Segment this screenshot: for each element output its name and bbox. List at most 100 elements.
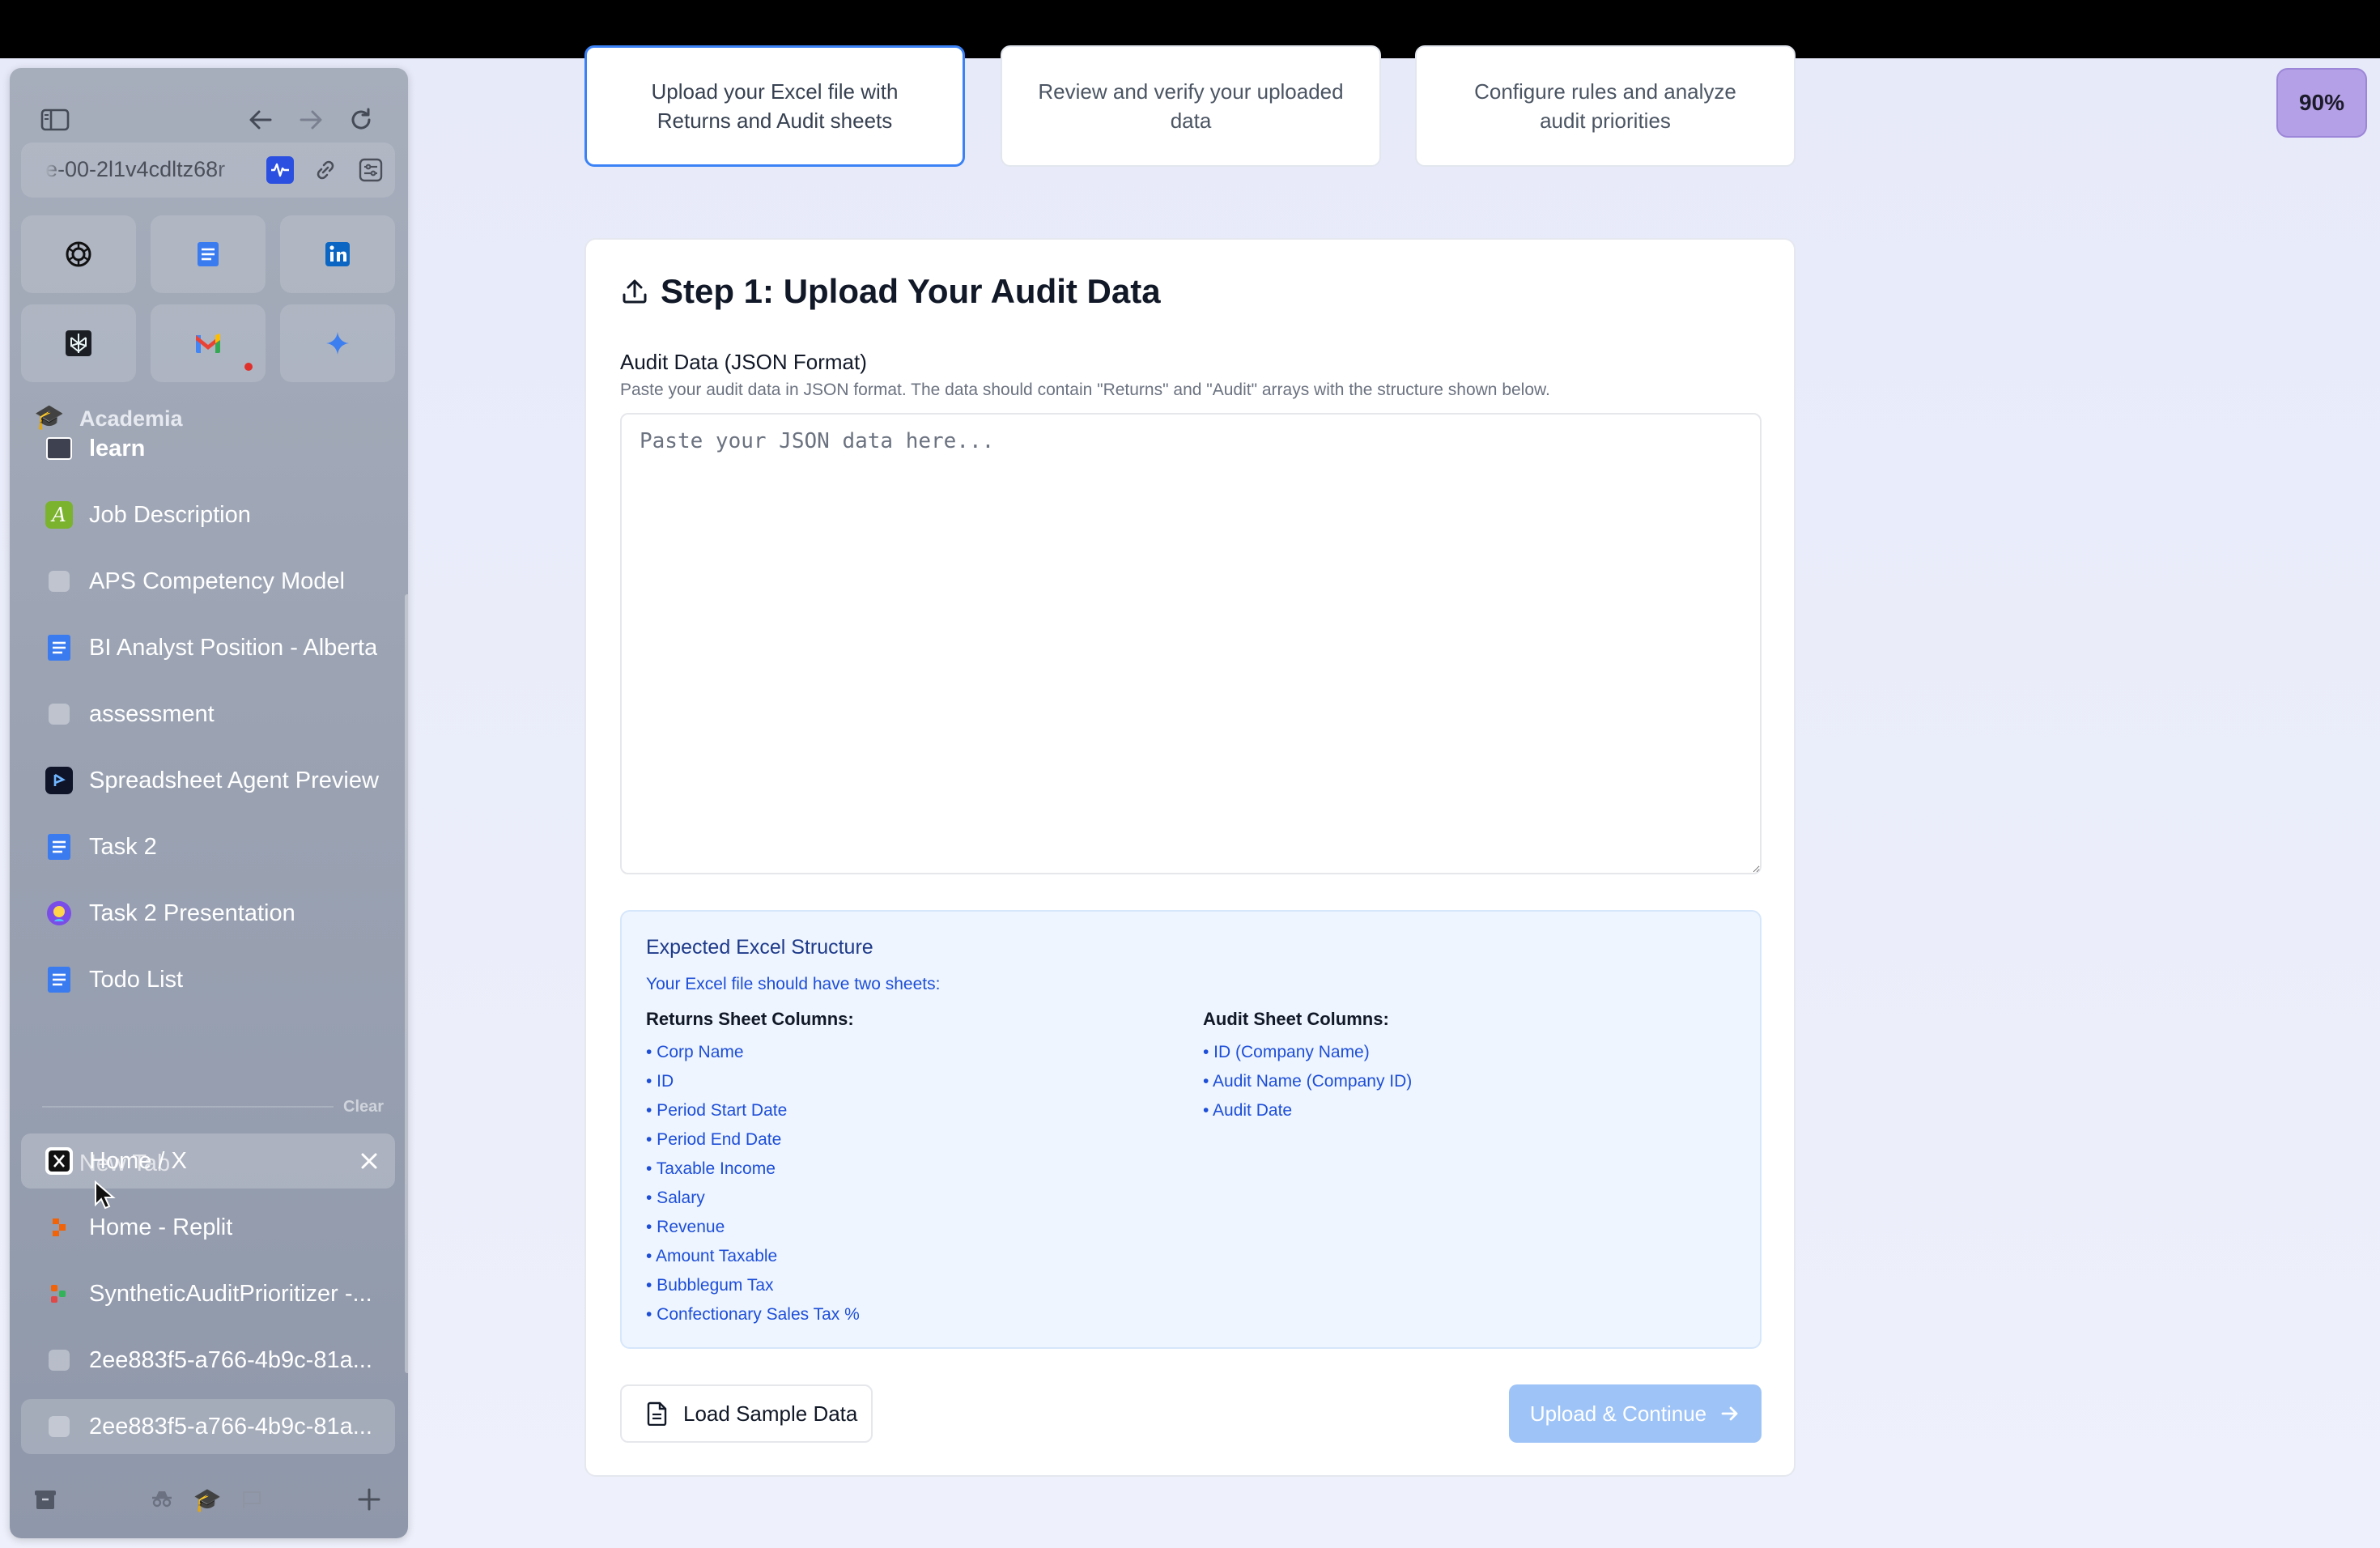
google-docs-icon [45,634,73,661]
open-tab-home-replit[interactable]: Home - Replit [21,1200,395,1255]
favorite-chatgpt[interactable] [21,215,136,293]
step-card-text: Configure rules and analyze audit priori… [1474,79,1736,133]
favorite-gemini[interactable] [280,304,395,382]
tab-label: APS Competency Model [89,568,345,594]
blank-page-icon [49,704,70,725]
step-card-analyze[interactable]: Configure rules and analyze audit priori… [1415,45,1796,167]
pinned-tab-aps-competency-model[interactable]: APS Competency Model [21,554,395,609]
expected-structure-panel: Expected Excel Structure Your Excel file… [620,910,1762,1349]
tab-label: Home / X [89,1147,187,1174]
favorite-linkedin[interactable] [280,215,395,293]
add-space-icon[interactable] [353,1483,385,1516]
list-item: • ID (Company Name) [1203,1043,1370,1061]
incognito-icon[interactable] [146,1483,178,1516]
pinned-tab-bi-analyst[interactable]: BI Analyst Position - Alberta [21,620,395,675]
open-tab-uuid-1[interactable]: 2ee883f5-a766-4b9c-81a... [21,1333,395,1388]
reload-icon[interactable] [345,104,377,136]
audit-columns-heading: Audit Sheet Columns: [1203,1009,1389,1029]
flag-space-icon[interactable] [236,1483,269,1516]
step-card-text: Upload your Excel file with Returns and … [651,79,899,133]
audio-wave-icon[interactable] [266,155,295,185]
google-docs-icon [45,966,73,993]
forward-arrow-icon[interactable] [295,104,327,136]
favorite-perplexity[interactable] [21,304,136,382]
upload-continue-label: Upload & Continue [1529,1401,1707,1426]
expected-structure-title: Expected Excel Structure [646,936,873,959]
tab-label: Task 2 Presentation [89,899,295,926]
list-item: • Salary [646,1189,705,1207]
replit-icon [45,1214,73,1241]
document-icon [647,1401,667,1426]
pinned-tab-task-2[interactable]: Task 2 [21,819,395,874]
json-data-textarea[interactable] [620,413,1762,874]
replit-multicolor-icon [45,1280,73,1308]
back-arrow-icon[interactable] [244,104,277,136]
list-item: • ID [646,1072,674,1091]
google-docs-icon [198,242,219,266]
returns-columns-list: • Corp Name • ID • Period Start Date • P… [646,1038,860,1329]
favorite-gmail[interactable] [151,304,266,382]
tab-label: SyntheticAuditPrioritizer -... [89,1280,372,1307]
open-tab-home-x[interactable]: Home / X [21,1133,395,1189]
sidebar-scrollbar[interactable] [405,594,408,1373]
pinned-tab-todo-list[interactable]: Todo List [21,952,395,1007]
list-item: • Bubblegum Tax [646,1276,774,1295]
clear-tabs-button[interactable]: Clear [343,1098,384,1116]
list-item: • Corp Name [646,1043,744,1061]
x-logo-icon [45,1147,73,1175]
tab-label: Task 2 [89,833,157,860]
tab-label: 2ee883f5-a766-4b9c-81a... [89,1413,372,1440]
tab-label: 2ee883f5-a766-4b9c-81a... [89,1346,372,1373]
returns-columns-heading: Returns Sheet Columns: [646,1009,854,1029]
pinned-tab-learn[interactable]: learn [21,421,395,476]
window-icon [45,435,73,462]
link-icon[interactable] [311,155,340,185]
list-item: • Period Start Date [646,1101,788,1120]
blank-page-icon [49,571,70,592]
pinned-tab-spreadsheet-agent[interactable]: Spreadsheet Agent Preview [21,753,395,808]
browser-sidebar: e-00-2l1v4cdltz68r 🎓 Academia learn A Jo… [10,68,408,1538]
pinned-tab-task-2-presentation[interactable]: Task 2 Presentation [21,886,395,941]
upload-continue-button[interactable]: Upload & Continue [1509,1384,1762,1443]
notification-dot [244,363,253,371]
step-card-review[interactable]: Review and verify your uploaded data [1001,45,1381,167]
upload-icon [623,279,647,304]
arrow-right-icon [1721,1406,1738,1421]
list-item: • Period End Date [646,1130,782,1149]
pinned-tab-assessment[interactable]: assessment [21,687,395,742]
zoom-level-badge[interactable]: 90% [2276,68,2367,138]
step-card-text: Review and verify your uploaded data [1038,79,1344,133]
presentation-icon [45,899,73,927]
json-field-help: Paste your audit data in JSON format. Th… [620,381,1550,399]
load-sample-data-button[interactable]: Load Sample Data [620,1384,873,1443]
favorite-google-docs[interactable] [151,215,266,293]
archive-box-icon[interactable] [29,1483,62,1516]
linkedin-icon [325,242,350,266]
json-field-label: Audit Data (JSON Format) [620,350,867,374]
audit-columns-list: • ID (Company Name) • Audit Name (Compan… [1203,1038,1412,1125]
sidebar-toggle-icon[interactable] [39,104,71,136]
pinned-tab-job-description[interactable]: A Job Description [21,487,395,542]
open-tab-synthetic-audit[interactable]: SyntheticAuditPrioritizer -... [21,1266,395,1321]
gemini-sparkle-icon [326,332,349,355]
card-header: Step 1: Upload Your Audit Data [620,272,1161,311]
open-tab-uuid-2[interactable]: 2ee883f5-a766-4b9c-81a... [21,1399,395,1454]
tab-label: assessment [89,700,215,727]
tab-label: learn [89,435,146,461]
google-docs-icon [45,833,73,861]
load-sample-label: Load Sample Data [683,1401,858,1426]
graduation-cap-space-icon[interactable]: 🎓 [191,1483,223,1516]
address-bar[interactable]: e-00-2l1v4cdltz68r [21,142,395,198]
list-item: • Amount Taxable [646,1247,778,1265]
list-item: • Audit Name (Company ID) [1203,1072,1413,1091]
spreadsheet-agent-icon [45,767,73,794]
settings-sliders-icon[interactable] [356,155,385,185]
close-tab-icon[interactable] [356,1148,382,1174]
tab-label: Spreadsheet Agent Preview [89,767,379,793]
gmail-icon [196,334,220,353]
blank-page-icon [49,1350,70,1371]
list-item: • Confectionary Sales Tax % [646,1305,860,1324]
openai-icon [66,241,91,267]
blank-page-icon [49,1416,70,1437]
step-card-upload[interactable]: Upload your Excel file with Returns and … [584,45,965,167]
